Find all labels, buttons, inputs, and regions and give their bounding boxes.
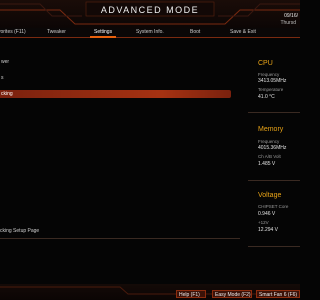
memory-volt-value: 1.485 V — [258, 161, 276, 167]
footer-decoration — [0, 286, 300, 295]
clock-date: 09/16/ — [284, 13, 298, 19]
memory-frequency-value: 4015.36MHz — [258, 145, 287, 151]
header-bar: ADVANCED MODE 09/16/ Thursd — [0, 0, 300, 28]
voltage-section-title: Voltage — [258, 192, 282, 199]
cpu-section-title: CPU — [258, 60, 273, 67]
menu-item-overclocking[interactable]: cking — [0, 90, 231, 98]
menu-item-s[interactable]: s — [0, 74, 231, 82]
cpu-temperature-label: Temperature — [258, 87, 284, 92]
tab-system-info[interactable]: System Info. — [136, 28, 164, 37]
cpu-temperature-value: 41.0 °C — [258, 94, 275, 100]
page-title: ADVANCED MODE — [100, 5, 200, 15]
smart-fan-button[interactable]: Smart Fan 6 (F6) — [256, 290, 300, 298]
tab-favorites[interactable]: vorites (F11) — [0, 28, 26, 37]
memory-section-title: Memory — [258, 126, 284, 133]
easy-mode-button[interactable]: Easy Mode (F2) — [212, 290, 252, 298]
memory-volt-label: Ch A/B Volt — [258, 154, 281, 159]
help-button[interactable]: Help (F1) — [176, 290, 206, 298]
tab-bar: vorites (F11) Tweaker Settings System In… — [0, 28, 300, 38]
footer-bar: Help (F1) Easy Mode (F2) Smart Fan 6 (F6… — [0, 284, 300, 300]
memory-frequency-label: Frequency — [258, 139, 280, 144]
tab-settings[interactable]: Settings — [89, 28, 117, 38]
item-help-text: cking Setup Page — [0, 228, 40, 234]
cpu-frequency-value: 3413.05MHz — [258, 78, 287, 84]
menu-item-power[interactable]: wer — [0, 58, 231, 66]
chipset-core-value: 0.946 V — [258, 211, 276, 217]
chipset-core-label: CHIPSET Core — [258, 204, 289, 209]
help-divider — [0, 238, 240, 239]
hardware-monitor-panel: CPU Frequency 3413.05MHz Temperature 41.… — [248, 54, 300, 274]
tab-save-exit[interactable]: Save & Exit — [230, 28, 256, 37]
v12-label: +12V — [258, 220, 269, 225]
v12-value: 12.294 V — [258, 227, 279, 233]
tab-tweaker[interactable]: Tweaker — [47, 28, 66, 37]
cpu-frequency-label: Frequency — [258, 72, 280, 77]
settings-menu: wer s cking — [0, 39, 236, 220]
tab-boot[interactable]: Boot — [190, 28, 200, 37]
clock-day: Thursd — [280, 20, 296, 26]
